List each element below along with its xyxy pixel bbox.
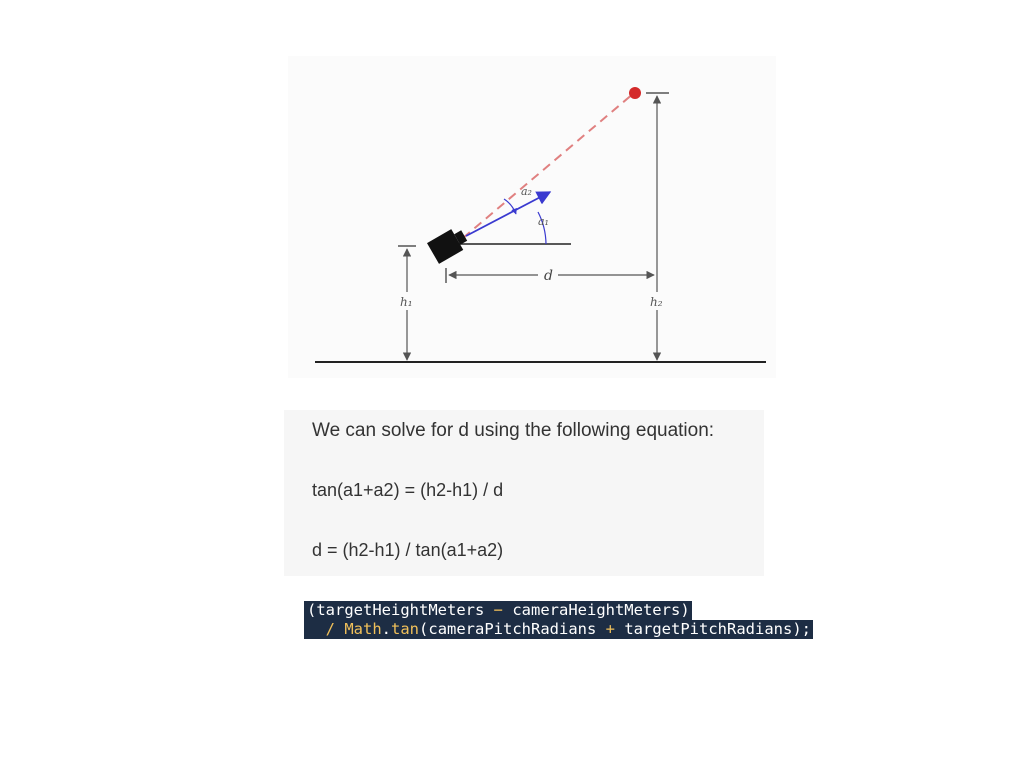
code-close-end: ); bbox=[792, 620, 811, 638]
label-d: d bbox=[544, 268, 553, 284]
code-snippet: (targetHeightMeters − cameraHeightMeters… bbox=[304, 601, 813, 639]
camera-pitch-vector bbox=[465, 191, 552, 237]
code-divide-operator: / bbox=[325, 620, 345, 638]
code-plus-operator: + bbox=[596, 620, 625, 638]
label-a2: a₂ bbox=[521, 185, 532, 198]
code-minus-operator: − bbox=[484, 601, 513, 619]
label-h2: h₂ bbox=[650, 295, 663, 309]
label-h1: h₁ bbox=[400, 295, 413, 309]
code-math-class: Math bbox=[344, 620, 382, 638]
target-marker bbox=[629, 87, 641, 99]
distance-diagram: a₂ a₁ d h₁ h₂ bbox=[315, 87, 766, 363]
code-dot: . bbox=[381, 620, 392, 638]
code-close-paren: ) bbox=[680, 601, 690, 619]
code-line-2: / Math.tan(cameraPitchRadians + targetPi… bbox=[304, 620, 813, 639]
code-open-paren: ( bbox=[307, 601, 317, 619]
label-a1: a₁ bbox=[538, 215, 549, 228]
equation-panel: We can solve for d using the following e… bbox=[284, 410, 764, 576]
equation-intro-text: We can solve for d using the following e… bbox=[312, 420, 715, 441]
code-tan-method: tan bbox=[391, 620, 420, 638]
distance-solution-equation: d = (h2-h1) / tan(a1+a2) bbox=[312, 540, 504, 560]
tan-relation-equation: tan(a1+a2) = (h2-h1) / d bbox=[312, 480, 504, 500]
code-target-height: targetHeightMeters bbox=[316, 601, 485, 619]
diagram-panel: a₂ a₁ d h₁ h₂ bbox=[288, 56, 776, 378]
code-camera-pitch: cameraPitchRadians bbox=[428, 620, 597, 638]
code-open-paren-2: ( bbox=[419, 620, 429, 638]
code-target-pitch: targetPitchRadians bbox=[624, 620, 793, 638]
code-line-1: (targetHeightMeters − cameraHeightMeters… bbox=[304, 601, 692, 620]
code-camera-height: cameraHeightMeters bbox=[512, 601, 681, 619]
